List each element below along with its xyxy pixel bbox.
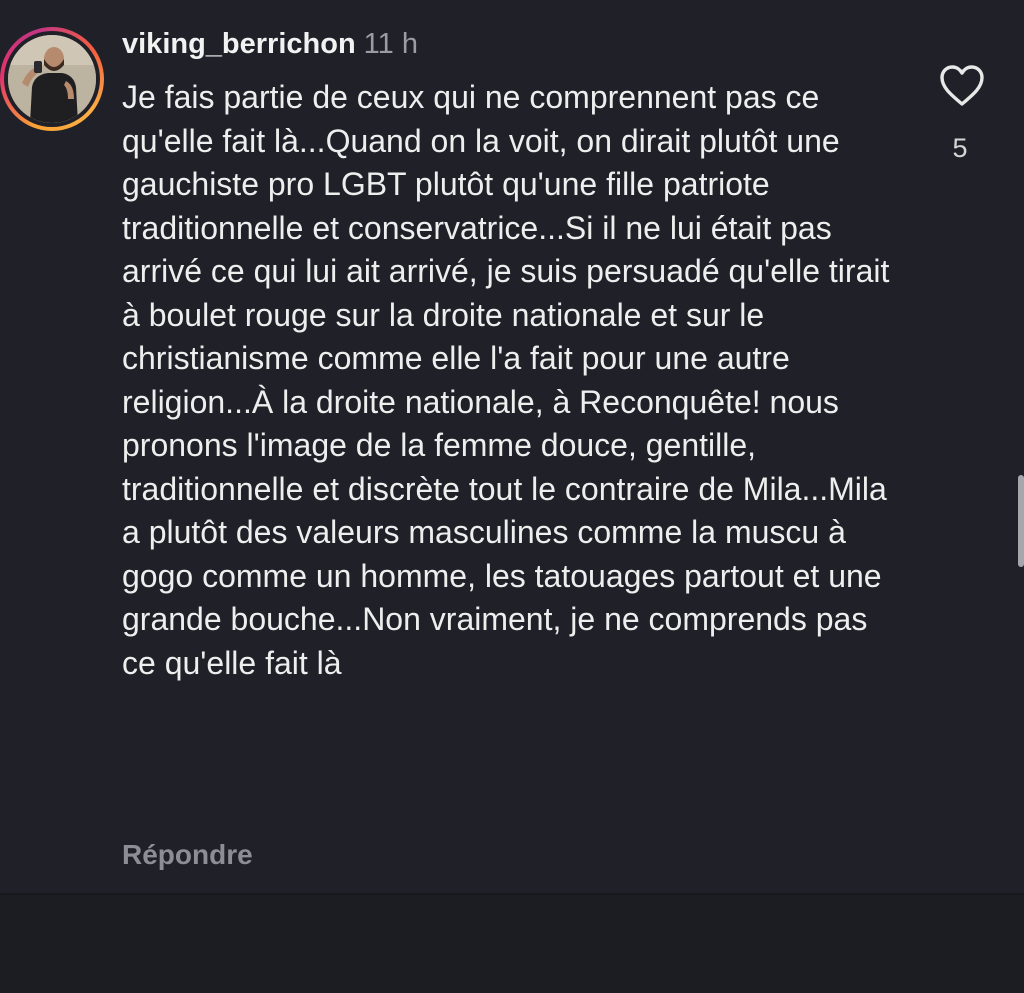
avatar-ring-gap [4, 31, 100, 127]
timestamp: 11 h [363, 28, 418, 60]
story-ring[interactable] [0, 27, 104, 131]
next-comment-area [0, 895, 1024, 993]
heart-outline-icon [940, 65, 984, 106]
username[interactable]: viking_berrichon [122, 28, 356, 60]
like-count: 5 [952, 133, 968, 163]
comment: viking_berrichon 11 h Je fais partie de c… [0, 0, 1024, 993]
scrollbar[interactable] [1018, 475, 1024, 567]
avatar-photo [8, 35, 96, 123]
reply-button[interactable]: Répondre [122, 838, 253, 872]
comment-text: Je fais partie de ceux qui ne comprennen… [122, 79, 890, 681]
avatar[interactable] [8, 35, 96, 123]
like-button[interactable] [936, 62, 988, 110]
comment-header: viking_berrichon 11 h [122, 27, 418, 61]
